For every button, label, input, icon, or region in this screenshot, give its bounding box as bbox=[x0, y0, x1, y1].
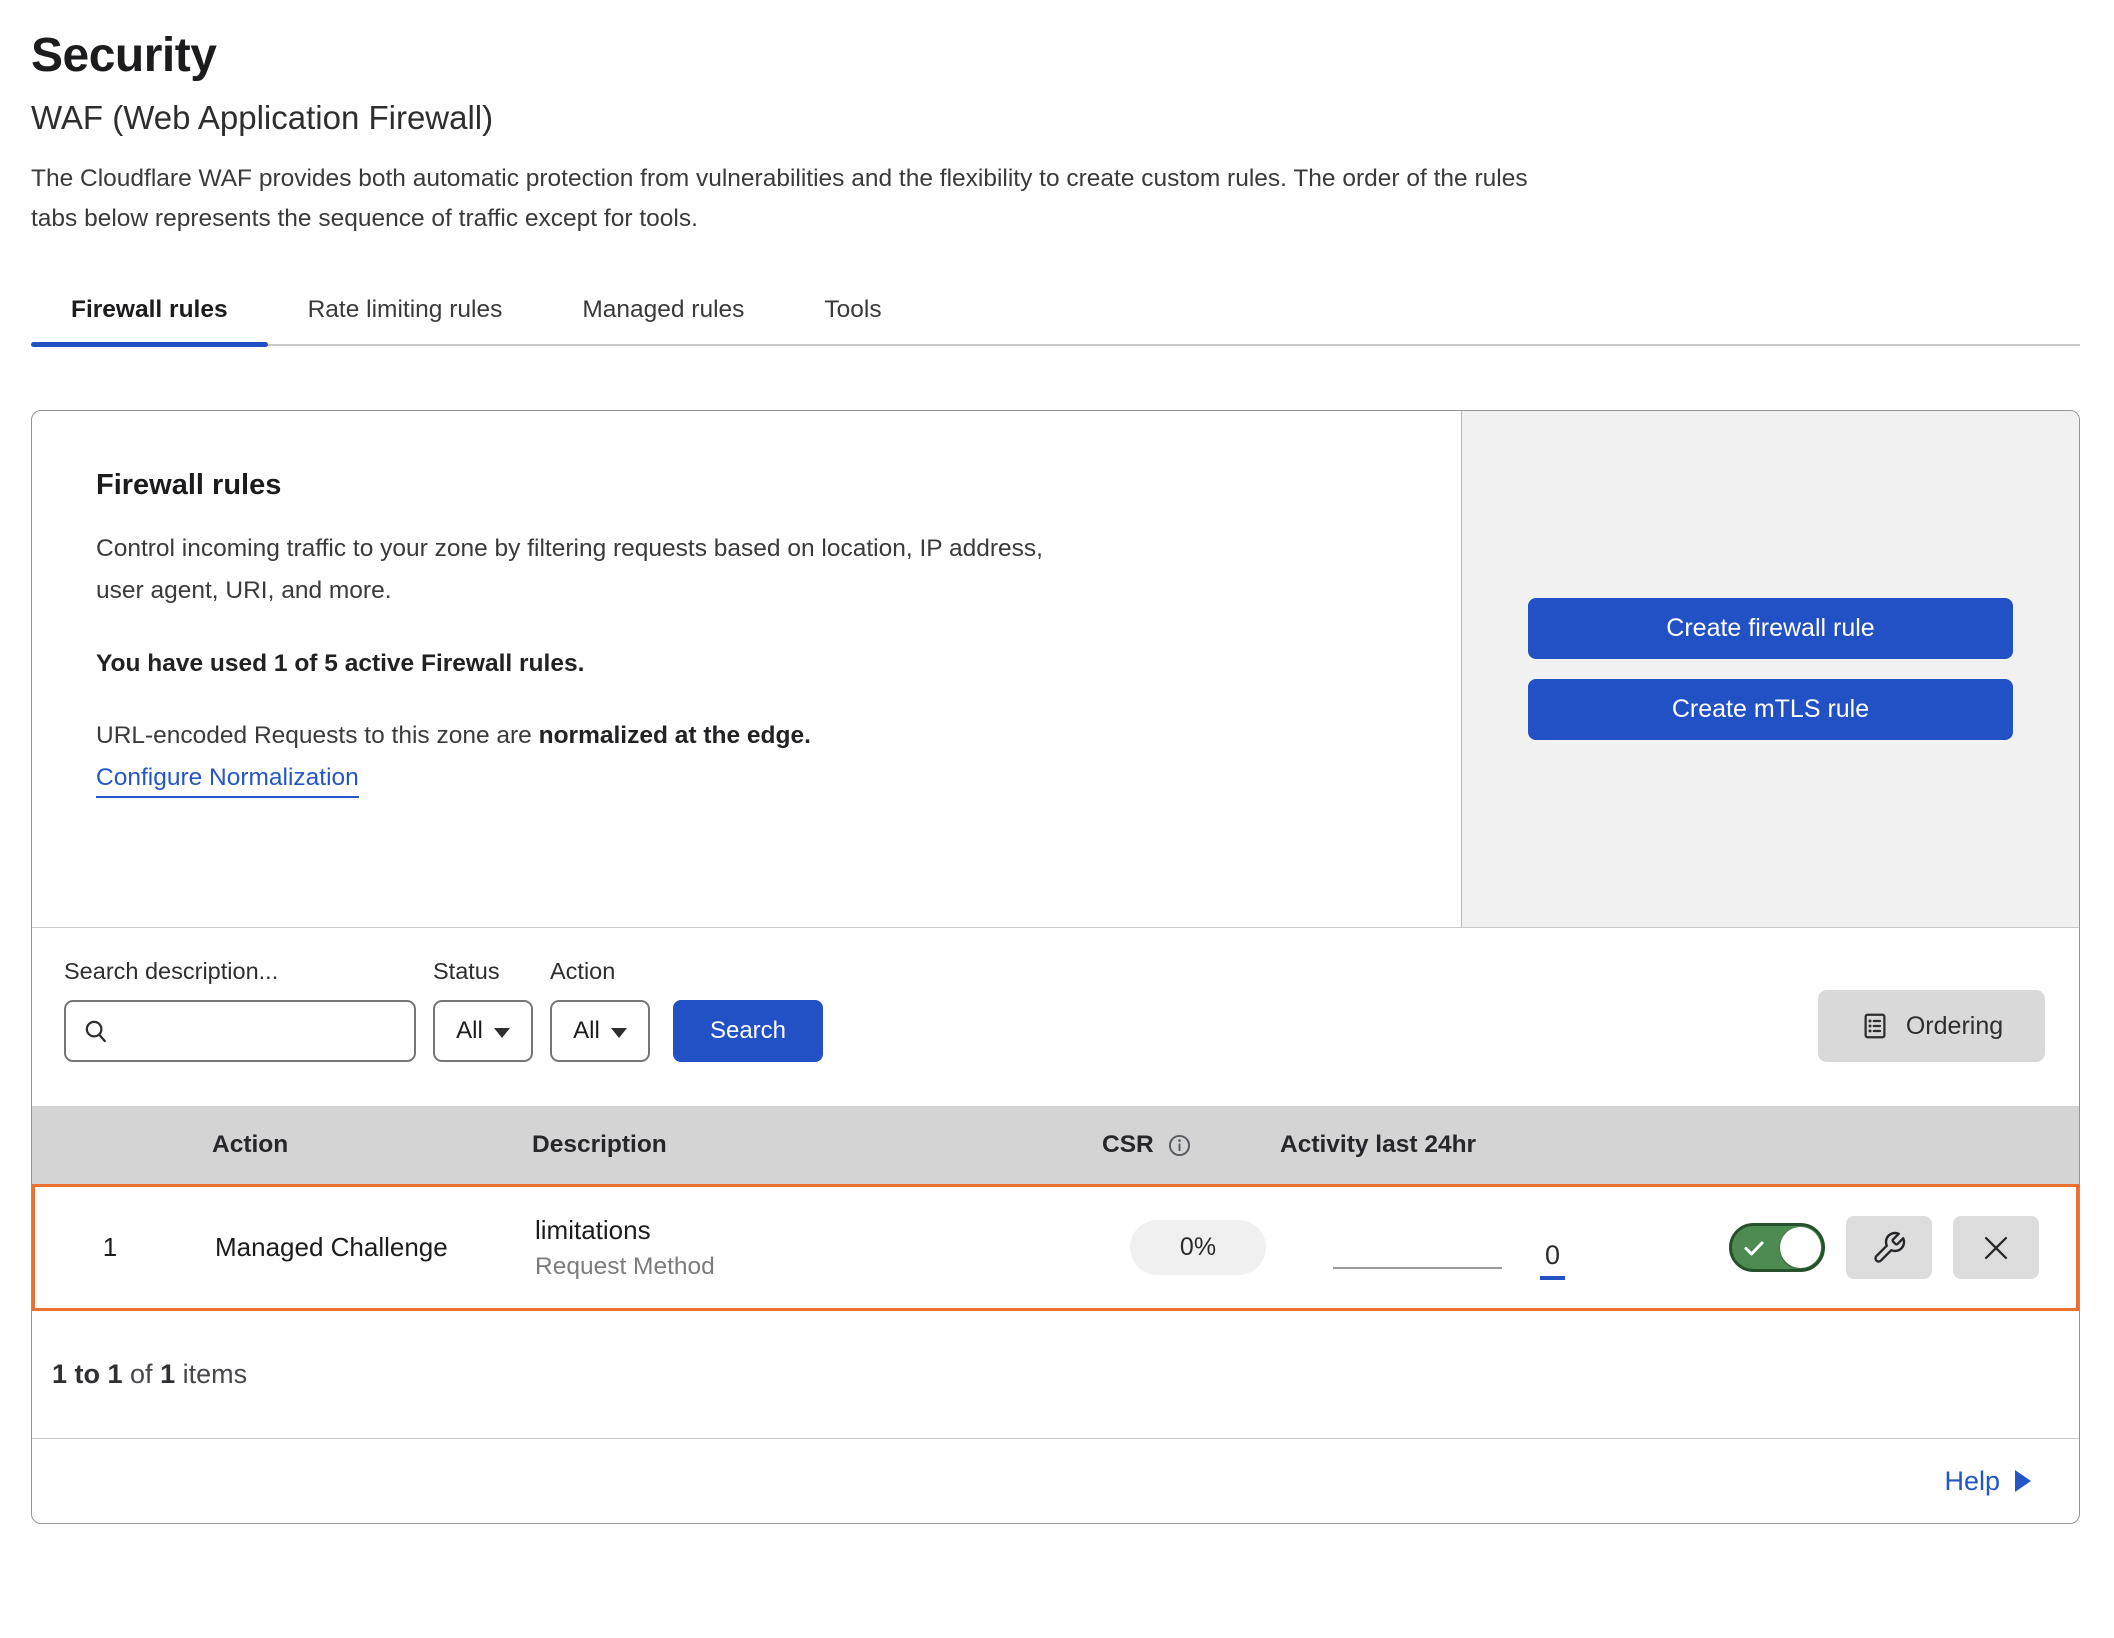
rules-usage-text: You have used 1 of 5 active Firewall rul… bbox=[96, 650, 1421, 678]
tab-rate-limiting-rules[interactable]: Rate limiting rules bbox=[268, 284, 543, 344]
header-csr-label: CSR bbox=[1102, 1131, 1154, 1159]
close-icon bbox=[1979, 1231, 2013, 1265]
items-of: of bbox=[123, 1359, 161, 1390]
search-icon bbox=[81, 1016, 111, 1046]
items-total: 1 bbox=[160, 1359, 175, 1390]
filter-toolbar: Search description... Status All Action bbox=[32, 927, 2079, 1106]
status-dropdown-value: All bbox=[456, 1017, 483, 1045]
search-box[interactable] bbox=[64, 1000, 416, 1062]
firewall-rules-info: Firewall rules Control incoming traffic … bbox=[32, 411, 1461, 927]
card-description: Control incoming traffic to your zone by… bbox=[96, 528, 1421, 611]
rule-expression-summary: Request Method bbox=[535, 1253, 1075, 1281]
action-dropdown-value: All bbox=[573, 1017, 600, 1045]
rule-activity-cell: 0 bbox=[1275, 1216, 1605, 1280]
rule-controls bbox=[1605, 1216, 2076, 1279]
normalization-text: URL-encoded Requests to this zone are no… bbox=[96, 722, 1421, 750]
rule-csr-cell: 0% bbox=[1075, 1220, 1275, 1275]
action-label: Action bbox=[550, 958, 650, 985]
rules-table-header: Action Description CSR Activity last 24h… bbox=[32, 1106, 2079, 1184]
page-description: The Cloudflare WAF provides both automat… bbox=[31, 159, 2080, 238]
header-csr: CSR bbox=[1072, 1131, 1272, 1159]
activity-sparkline bbox=[1333, 1267, 1502, 1269]
search-button[interactable]: Search bbox=[673, 1000, 823, 1062]
ordering-button-label: Ordering bbox=[1906, 1012, 2003, 1041]
tab-managed-rules[interactable]: Managed rules bbox=[542, 284, 784, 344]
edit-rule-button[interactable] bbox=[1846, 1216, 1932, 1279]
list-document-icon bbox=[1860, 1011, 1890, 1041]
header-description: Description bbox=[502, 1131, 1072, 1159]
help-label: Help bbox=[1944, 1466, 2000, 1497]
items-suffix: items bbox=[175, 1359, 247, 1390]
page-subtitle: WAF (Web Application Firewall) bbox=[31, 99, 2080, 137]
activity-count-link[interactable]: 0 bbox=[1540, 1240, 1565, 1280]
tab-tools[interactable]: Tools bbox=[784, 284, 921, 344]
chevron-down-icon bbox=[611, 1028, 627, 1038]
arrow-right-icon bbox=[2015, 1470, 2031, 1492]
status-dropdown[interactable]: All bbox=[433, 1000, 533, 1062]
create-firewall-rule-button[interactable]: Create firewall rule bbox=[1528, 598, 2013, 659]
waf-tabs: Firewall rules Rate limiting rules Manag… bbox=[31, 284, 2080, 346]
action-dropdown[interactable]: All bbox=[550, 1000, 650, 1062]
page-title: Security bbox=[31, 28, 2080, 83]
create-rule-panel: Create firewall rule Create mTLS rule bbox=[1461, 411, 2079, 927]
configure-normalization-link[interactable]: Configure Normalization bbox=[96, 764, 359, 798]
toggle-knob bbox=[1780, 1227, 1821, 1268]
action-field: Action All bbox=[550, 958, 650, 1062]
search-label: Search description... bbox=[64, 958, 416, 985]
chevron-down-icon bbox=[494, 1028, 510, 1038]
rule-enabled-toggle[interactable] bbox=[1729, 1223, 1825, 1272]
help-link[interactable]: Help bbox=[1944, 1466, 2031, 1497]
security-waf-page: Security WAF (Web Application Firewall) … bbox=[0, 0, 2114, 1524]
header-action: Action bbox=[182, 1131, 502, 1159]
ordering-button[interactable]: Ordering bbox=[1818, 990, 2045, 1062]
page-description-line1: The Cloudflare WAF provides both automat… bbox=[31, 159, 2080, 199]
header-activity: Activity last 24hr bbox=[1272, 1131, 1602, 1159]
csr-badge: 0% bbox=[1130, 1220, 1266, 1275]
rule-action: Managed Challenge bbox=[185, 1232, 505, 1263]
status-label: Status bbox=[433, 958, 533, 985]
card-description-line1: Control incoming traffic to your zone by… bbox=[96, 528, 1421, 570]
card-footer: Help bbox=[32, 1438, 2079, 1523]
rule-description-cell: limitations Request Method bbox=[505, 1215, 1075, 1281]
rule-description: limitations bbox=[535, 1215, 1075, 1246]
create-mtls-rule-button[interactable]: Create mTLS rule bbox=[1528, 679, 2013, 740]
normalization-text-bold: normalized at the edge. bbox=[539, 722, 811, 749]
page-description-line2: tabs below represents the sequence of tr… bbox=[31, 199, 2080, 239]
firewall-rule-row[interactable]: 1 Managed Challenge limitations Request … bbox=[32, 1184, 2079, 1311]
card-description-line2: user agent, URI, and more. bbox=[96, 570, 1421, 612]
tab-firewall-rules[interactable]: Firewall rules bbox=[31, 284, 268, 344]
info-icon[interactable] bbox=[1166, 1132, 1193, 1159]
items-range: 1 to 1 bbox=[52, 1359, 123, 1390]
firewall-rules-card: Firewall rules Control incoming traffic … bbox=[31, 410, 2080, 1524]
search-field: Search description... bbox=[64, 958, 416, 1062]
rule-priority: 1 bbox=[35, 1232, 185, 1263]
search-input[interactable] bbox=[121, 1018, 399, 1045]
card-heading: Firewall rules bbox=[96, 469, 1421, 502]
pagination-summary: 1 to 1 of 1 items bbox=[32, 1311, 2079, 1438]
delete-rule-button[interactable] bbox=[1953, 1216, 2039, 1279]
firewall-rules-summary-section: Firewall rules Control incoming traffic … bbox=[32, 411, 2079, 927]
normalization-text-prefix: URL-encoded Requests to this zone are bbox=[96, 722, 539, 749]
check-icon bbox=[1741, 1236, 1767, 1260]
wrench-icon bbox=[1871, 1230, 1907, 1266]
status-field: Status All bbox=[433, 958, 533, 1062]
